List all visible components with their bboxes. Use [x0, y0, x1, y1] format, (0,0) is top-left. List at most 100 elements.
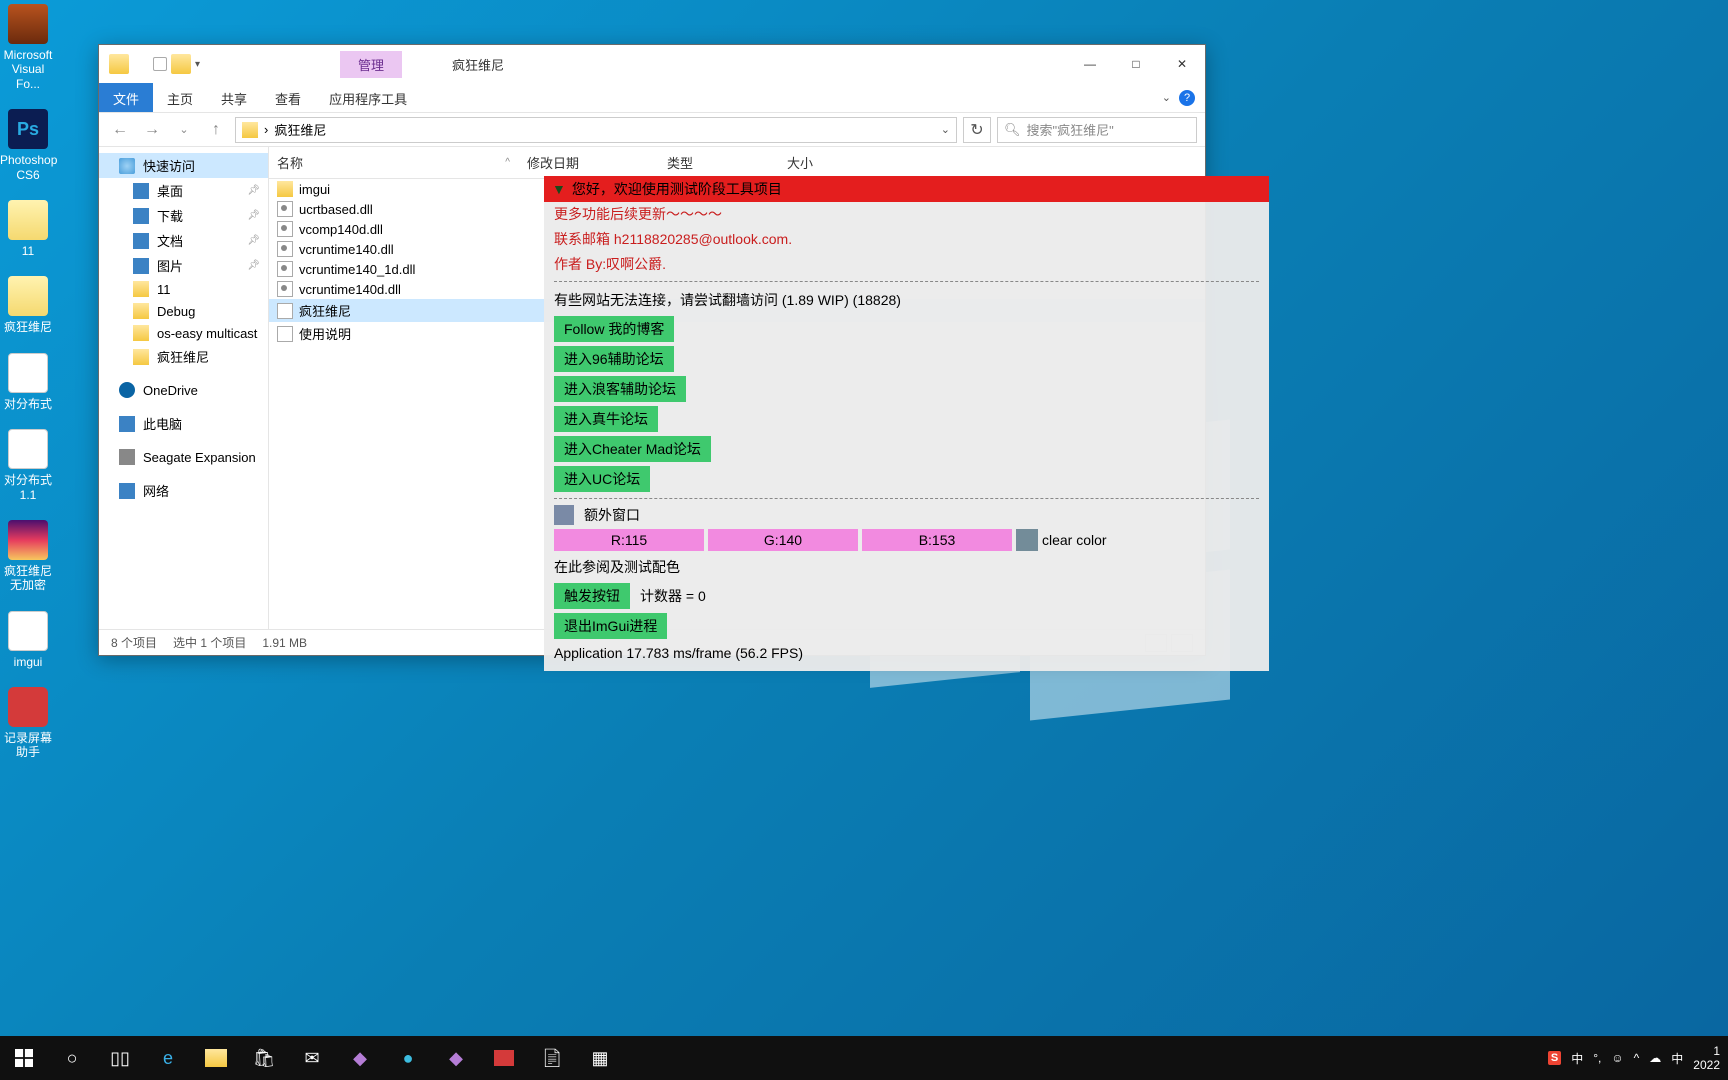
- col-name[interactable]: 名称^: [269, 147, 519, 178]
- col-size[interactable]: 大小: [779, 147, 879, 178]
- link-button[interactable]: Follow 我的博客: [554, 316, 674, 342]
- minimize-button[interactable]: —: [1067, 45, 1113, 83]
- ime-emoji-icon[interactable]: ☺: [1611, 1051, 1623, 1065]
- sidebar-item[interactable]: 下载📌︎: [99, 203, 268, 228]
- desktop-icon[interactable]: imgui: [0, 607, 56, 673]
- sidebar-item[interactable]: 疯狂维尼: [99, 344, 268, 369]
- manage-context-tab[interactable]: 管理: [340, 51, 402, 78]
- app2-button[interactable]: ▦: [576, 1036, 624, 1080]
- desktop-icon[interactable]: 疯狂维尼 无加密: [0, 516, 56, 597]
- clock-time: 1: [1693, 1044, 1720, 1058]
- icon-label: 记录屏幕助手: [4, 731, 52, 759]
- mail-button[interactable]: ✉︎: [288, 1036, 336, 1080]
- onedrive-tray-icon[interactable]: ☁︎: [1649, 1051, 1661, 1065]
- sidebar-item[interactable]: Debug: [99, 300, 268, 322]
- link-button[interactable]: 进入Cheater Mad论坛: [554, 436, 711, 462]
- clock[interactable]: 1 2022: [1693, 1044, 1720, 1073]
- exit-button[interactable]: 退出ImGui进程: [554, 613, 667, 639]
- forward-button[interactable]: →: [139, 117, 165, 143]
- sidebar-item[interactable]: os-easy multicast: [99, 322, 268, 344]
- search-button[interactable]: ○: [48, 1036, 96, 1080]
- explorer-button[interactable]: [192, 1036, 240, 1080]
- nav-row: ← → ⌄ ↑ › 疯狂维尼 ⌄ ↻ 🔍︎ 搜索"疯狂维尼": [99, 113, 1205, 147]
- qat-dropdown-icon[interactable]: ▾: [195, 59, 200, 70]
- ribbon-tab-apptools[interactable]: 应用程序工具: [315, 83, 421, 112]
- sidebar-label: Seagate Expansion: [143, 450, 256, 465]
- imgui-header[interactable]: ▼ 您好，欢迎使用测试阶段工具项目: [544, 176, 1269, 202]
- maximize-button[interactable]: □: [1113, 45, 1159, 83]
- extra-window-checkbox[interactable]: [554, 505, 574, 525]
- icon-label: imgui: [14, 655, 43, 669]
- desktop-icon[interactable]: 记录屏幕助手: [0, 683, 56, 764]
- collapse-ribbon-icon[interactable]: ⌄: [1162, 91, 1171, 104]
- app-button[interactable]: ●: [384, 1036, 432, 1080]
- trigger-button[interactable]: 触发按钮: [554, 583, 630, 609]
- icon-label: 疯狂维尼: [4, 320, 52, 334]
- sidebar-item[interactable]: 桌面📌︎: [99, 178, 268, 203]
- sidebar-label: 下载: [157, 206, 183, 225]
- drive-icon: [119, 449, 135, 465]
- sidebar-seagate[interactable]: Seagate Expansion: [99, 446, 268, 468]
- store-button[interactable]: 🛍︎: [240, 1036, 288, 1080]
- ribbon-tab-view[interactable]: 查看: [261, 83, 315, 112]
- history-dropdown[interactable]: ⌄: [171, 117, 197, 143]
- status-selected-count: 选中 1 个项目: [173, 634, 246, 651]
- vs-button[interactable]: ◆: [336, 1036, 384, 1080]
- edge-button[interactable]: e: [144, 1036, 192, 1080]
- address-dropdown-icon[interactable]: ⌄: [941, 123, 950, 136]
- ime-punct-icon[interactable]: °,: [1593, 1051, 1601, 1065]
- color-swatch[interactable]: [1016, 529, 1038, 551]
- desktop-icon[interactable]: 对分布式: [0, 349, 56, 415]
- g-slider[interactable]: G:140: [708, 529, 858, 551]
- sidebar-this-pc[interactable]: 此电脑: [99, 411, 268, 436]
- vs2-button[interactable]: ◆: [432, 1036, 480, 1080]
- back-button[interactable]: ←: [107, 117, 133, 143]
- desktop-icon[interactable]: PsPhotoshop CS6: [0, 105, 56, 186]
- link-button[interactable]: 进入真牛论坛: [554, 406, 658, 432]
- breadcrumb-chevron-icon[interactable]: ›: [264, 122, 268, 137]
- b-slider[interactable]: B:153: [862, 529, 1012, 551]
- link-button[interactable]: 进入UC论坛: [554, 466, 650, 492]
- sogou-ime-icon[interactable]: S: [1548, 1051, 1561, 1065]
- start-button[interactable]: [0, 1036, 48, 1080]
- sidebar-quick-access[interactable]: 快速访问: [99, 153, 268, 178]
- link-button[interactable]: 进入浪客辅助论坛: [554, 376, 686, 402]
- breadcrumb-current[interactable]: 疯狂维尼: [274, 120, 326, 139]
- icon-label: 疯狂维尼 无加密: [4, 564, 52, 592]
- file-tab[interactable]: 文件: [99, 83, 153, 112]
- sidebar-item[interactable]: 图片📌︎: [99, 253, 268, 278]
- sidebar-item[interactable]: 11: [99, 278, 268, 300]
- sidebar-network[interactable]: 网络: [99, 478, 268, 503]
- up-button[interactable]: ↑: [203, 117, 229, 143]
- desktop-icon[interactable]: 11: [0, 196, 56, 262]
- desktop-icon[interactable]: 疯狂维尼: [0, 272, 56, 338]
- address-bar[interactable]: › 疯狂维尼 ⌄: [235, 117, 957, 143]
- help-icon[interactable]: ?: [1179, 90, 1195, 106]
- ime-tray-icon[interactable]: 中: [1671, 1050, 1683, 1067]
- desktop-icon[interactable]: Microsoft Visual Fo...: [0, 0, 56, 95]
- ime-lang-icon[interactable]: 中: [1571, 1050, 1583, 1067]
- download-icon: [133, 208, 149, 224]
- refresh-button[interactable]: ↻: [963, 117, 991, 143]
- desktop-icon[interactable]: 对分布式 1.1: [0, 425, 56, 506]
- folder-icon[interactable]: [171, 54, 191, 74]
- col-type[interactable]: 类型: [659, 147, 779, 178]
- ribbon-tab-home[interactable]: 主页: [153, 83, 207, 112]
- sidebar-item[interactable]: 文档📌︎: [99, 228, 268, 253]
- collapse-icon[interactable]: ▼: [552, 181, 566, 197]
- ribbon-tab-share[interactable]: 共享: [207, 83, 261, 112]
- titlebar[interactable]: ▾ 管理 疯狂维尼 — □ ✕: [99, 45, 1205, 83]
- notepad-button[interactable]: 📄︎: [528, 1036, 576, 1080]
- rec-button[interactable]: [480, 1036, 528, 1080]
- link-button[interactable]: 进入96辅助论坛: [554, 346, 674, 372]
- properties-icon[interactable]: [153, 57, 167, 71]
- r-slider[interactable]: R:115: [554, 529, 704, 551]
- sidebar-onedrive[interactable]: OneDrive: [99, 379, 268, 401]
- task-view-button[interactable]: ▯▯: [96, 1036, 144, 1080]
- imgui-window[interactable]: ▼ 您好，欢迎使用测试阶段工具项目 更多功能后续更新～～～～ 联系邮箱 h211…: [544, 176, 1269, 671]
- tray-expand-icon[interactable]: ^: [1634, 1051, 1640, 1065]
- close-button[interactable]: ✕: [1159, 45, 1205, 83]
- sidebar-label: Debug: [157, 304, 195, 319]
- col-date[interactable]: 修改日期: [519, 147, 659, 178]
- search-input[interactable]: 🔍︎ 搜索"疯狂维尼": [997, 117, 1197, 143]
